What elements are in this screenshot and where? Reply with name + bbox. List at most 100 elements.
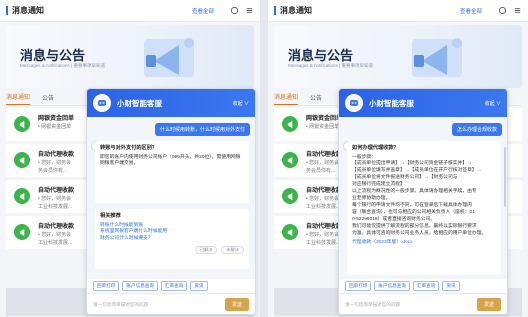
answer-line: 我们可能仅提供了解流程的部分信息，最终以实际银行要求: [352, 224, 477, 230]
right-panel: 消息通知 查看全部 消息与公告 Messages & notifications…: [268, 0, 528, 317]
header: 消息通知 查看全部: [0, 0, 260, 22]
banner: 消息与公告 Messages & notifications | 重要事项早知道: [6, 25, 254, 88]
quick-actions: 回单打印 账户信息查询 汇率查询 资讯: [345, 281, 460, 291]
chat-title: 小财智能客服: [117, 98, 162, 108]
send-button[interactable]: 发送: [476, 298, 501, 311]
banner-title: 消息与公告: [288, 48, 354, 63]
quick-news[interactable]: 资讯: [442, 281, 460, 291]
tab-announcements[interactable]: 公告: [310, 93, 322, 105]
banner-title: 消息与公告: [20, 48, 86, 63]
answer-title: 如何办理代理收款？: [352, 145, 399, 151]
divider: [260, 0, 268, 317]
item-desc-2: 工业科技发展...: [38, 240, 73, 246]
related-title: 相关推荐: [100, 213, 121, 219]
view-all-link[interactable]: 查看全部: [192, 7, 214, 15]
item-desc: • 网银资金回单: [306, 124, 340, 130]
attachment-link[interactable]: 代理收款（2023年版）.docx: [352, 240, 496, 247]
tab-messages[interactable]: 消息通知: [274, 92, 299, 105]
quick-news[interactable]: 资讯: [190, 281, 208, 291]
robot-avatar-icon: [345, 94, 363, 112]
quick-actions: 回单打印 账户信息查询 汇率查询 资讯: [93, 281, 208, 291]
chat-header: 小财智能客服 收起 ∨: [339, 89, 507, 117]
item-title: 网银资金回单: [306, 116, 343, 122]
item-desc: • 您好，财务会: [38, 232, 72, 238]
megaphone-icon: [14, 224, 30, 240]
item-title: 自动代理收款: [38, 152, 75, 158]
app-root: 消息通知 查看全部 消息与公告 Messages & notifications…: [0, 0, 528, 317]
title-bar-accent: [6, 6, 8, 15]
answer-line: 为准，具体可咨询财务公司业务人员，给相应的用户单位办理。: [352, 231, 487, 237]
resolved-button[interactable]: 已解决: [194, 246, 218, 255]
quick-account-query[interactable]: 账户信息查询: [374, 281, 410, 291]
page-title: 消息通知: [280, 6, 312, 15]
item-desc: • 您好，财务会: [306, 232, 340, 238]
chat-header: 小财智能客服 收起 ∨: [87, 89, 255, 117]
unresolved-button[interactable]: 未解决: [221, 246, 244, 255]
answer-text: 即您的账户内使用财务公司账户（999开头，共20位），需使用网银网银客户端交易。: [100, 154, 241, 167]
collapse-button[interactable]: 收起 ∨: [485, 100, 501, 107]
collapse-button[interactable]: 收起 ∨: [233, 100, 249, 107]
view-all-link[interactable]: 查看全部: [460, 7, 482, 15]
item-desc-2: 工业科技发展...: [38, 204, 73, 210]
settings-icon[interactable]: [230, 6, 239, 15]
item-desc-2: 工业科技发展...: [306, 240, 341, 246]
chat-title: 小财智能客服: [369, 98, 414, 108]
chat-window: 小财智能客服 收起 ∨ 什么时候用转账，什么时候用对外支付 转账与对外支付的区别…: [86, 88, 256, 315]
megaphone-icon: [14, 188, 30, 204]
item-desc: • 您好，财务会: [306, 196, 340, 202]
chat-window: 小财智能客服 收起 ∨ 怎么办理合规收款 如何办理代理收款？ 一般步骤： 【成员…: [338, 88, 508, 315]
left-panel: 消息通知 查看全部 消息与公告 Messages & notifications…: [0, 0, 260, 317]
send-button[interactable]: 发送: [224, 298, 249, 311]
menu-icon[interactable]: [513, 6, 522, 15]
item-desc: • 网银资金回单: [38, 124, 72, 130]
tab-messages[interactable]: 消息通知: [6, 92, 31, 105]
item-title: 自动代理收款: [306, 152, 343, 158]
related-link[interactable]: 财务公司什么时候要支？: [100, 236, 244, 243]
bot-answer: 如何办理代理收款？ 一般步骤： 【成员单位提出申请】→【财务公司资金链子核实并】…: [347, 141, 501, 275]
quick-receipt-print[interactable]: 回单打印: [345, 281, 372, 291]
item-desc-2: 工业科技发展...: [306, 204, 341, 210]
quick-account-query[interactable]: 账户信息查询: [122, 281, 158, 291]
item-title: 自动代理收款: [38, 188, 75, 194]
megaphone-illustration-icon: [134, 31, 204, 88]
quick-receipt-print[interactable]: 回单打印: [93, 281, 120, 291]
feedback-row: 已解决 未解决: [100, 246, 244, 255]
user-message: 什么时候用转账，什么时候用对外支付: [154, 123, 250, 136]
chat-input-row: 请一句话简单描述您的问题 发送: [339, 293, 507, 314]
answer-title: 转账与对外支付的区别？: [100, 145, 158, 151]
item-desc: • 您好，财务会: [306, 160, 340, 166]
item-title: 自动代理收款: [306, 188, 343, 194]
megaphone-icon: [14, 116, 30, 132]
megaphone-illustration-icon: [402, 31, 472, 88]
quick-exchange-rate[interactable]: 汇率查询: [412, 281, 440, 291]
item-title: 自动代理收款: [306, 224, 343, 230]
scrollbar[interactable]: [504, 147, 506, 207]
chat-input-row: 请一句话简单描述您的问题 发送: [87, 293, 255, 314]
chat-body: 怎么办理合规收款 如何办理代理收款？ 一般步骤： 【成员单位提出申请】→【财务公…: [339, 117, 507, 279]
page-title: 消息通知: [12, 6, 44, 15]
item-desc: • 您好，财务会: [38, 160, 72, 166]
related-card: 相关推荐 转账什么时候能到账 系统里网银客户端什么时候能用 财务公司什么时候要支…: [95, 209, 249, 269]
item-title: 网银资金回单: [38, 116, 75, 122]
item-desc-2: 务会员你有...: [306, 168, 336, 174]
item-title: 自动代理收款: [38, 224, 75, 230]
banner-subtitle: Messages & notifications | 重要事项早知道: [20, 63, 105, 68]
chat-input[interactable]: 请一句话简单描述您的问题: [93, 302, 148, 308]
robot-avatar-icon: [93, 94, 111, 112]
megaphone-icon: [282, 188, 298, 204]
chat-input[interactable]: 请一句话简单描述您的问题: [345, 302, 400, 308]
item-desc: • 您好，财务会: [38, 196, 72, 202]
megaphone-icon: [282, 224, 298, 240]
bot-answer: 转账与对外支付的区别？ 即您的账户内使用财务公司账户（999开头，共20位），需…: [95, 141, 249, 203]
settings-icon[interactable]: [498, 6, 507, 15]
megaphone-icon: [14, 152, 30, 168]
item-desc-2: 务会员你有...: [38, 168, 68, 174]
banner: 消息与公告 Messages & notifications | 重要事项早知道: [274, 25, 522, 88]
header: 消息通知 查看全部: [268, 0, 528, 22]
megaphone-icon: [282, 116, 298, 132]
quick-exchange-rate[interactable]: 汇率查询: [160, 281, 188, 291]
menu-icon[interactable]: [245, 6, 254, 15]
megaphone-icon: [282, 152, 298, 168]
tab-announcements[interactable]: 公告: [42, 93, 54, 105]
title-bar-accent: [274, 6, 276, 15]
